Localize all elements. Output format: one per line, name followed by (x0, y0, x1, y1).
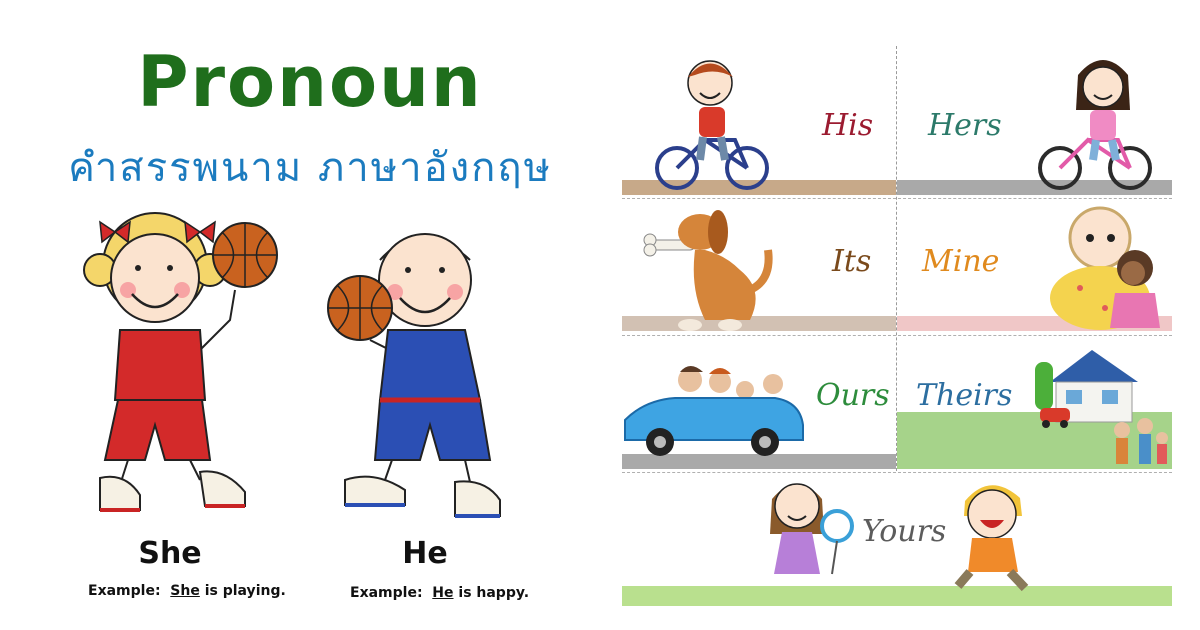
yours-ground (622, 586, 1172, 606)
he-label: He (402, 536, 448, 571)
boy-laughing-illustration (954, 485, 1029, 592)
example-prefix: Example: (350, 585, 423, 601)
hers-word: Hers (928, 108, 1002, 143)
example-rest: is happy. (458, 585, 530, 601)
his-word: His (822, 108, 874, 143)
dog-bone-illustration (643, 210, 773, 331)
boy-bicycle-illustration (655, 60, 769, 190)
family-car-illustration (624, 366, 804, 456)
she-example: Example: She is playing. (88, 582, 286, 600)
example-subject: He (432, 585, 454, 601)
ours-word: Ours (816, 378, 890, 413)
cards-divider-row1 (622, 198, 1172, 199)
girl-lollipop-illustration (770, 483, 854, 575)
its-word: Its (832, 244, 872, 279)
cards-divider-row2 (622, 335, 1172, 336)
theirs-word: Theirs (916, 378, 1013, 413)
girl-basketball-illustration (83, 212, 278, 512)
page-title: Pronoun (137, 41, 483, 123)
baby-doll-illustration (1050, 206, 1160, 330)
he-example: Example: He is happy. (350, 584, 529, 602)
example-rest: is playing. (204, 583, 286, 599)
page-subtitle: คำสรรพนาม ภาษาอังกฤษ (68, 145, 552, 191)
yours-word: Yours (862, 514, 947, 549)
example-prefix: Example: (88, 583, 161, 599)
girl-bicycle-illustration (1038, 60, 1152, 190)
cards-vertical-divider (896, 46, 897, 471)
mine-word: Mine (922, 244, 1000, 279)
example-subject: She (170, 583, 200, 599)
she-label: She (138, 536, 202, 571)
family-house-illustration (1035, 350, 1168, 464)
boy-basketball-illustration (327, 233, 501, 518)
cards-divider-row3 (622, 472, 1172, 473)
